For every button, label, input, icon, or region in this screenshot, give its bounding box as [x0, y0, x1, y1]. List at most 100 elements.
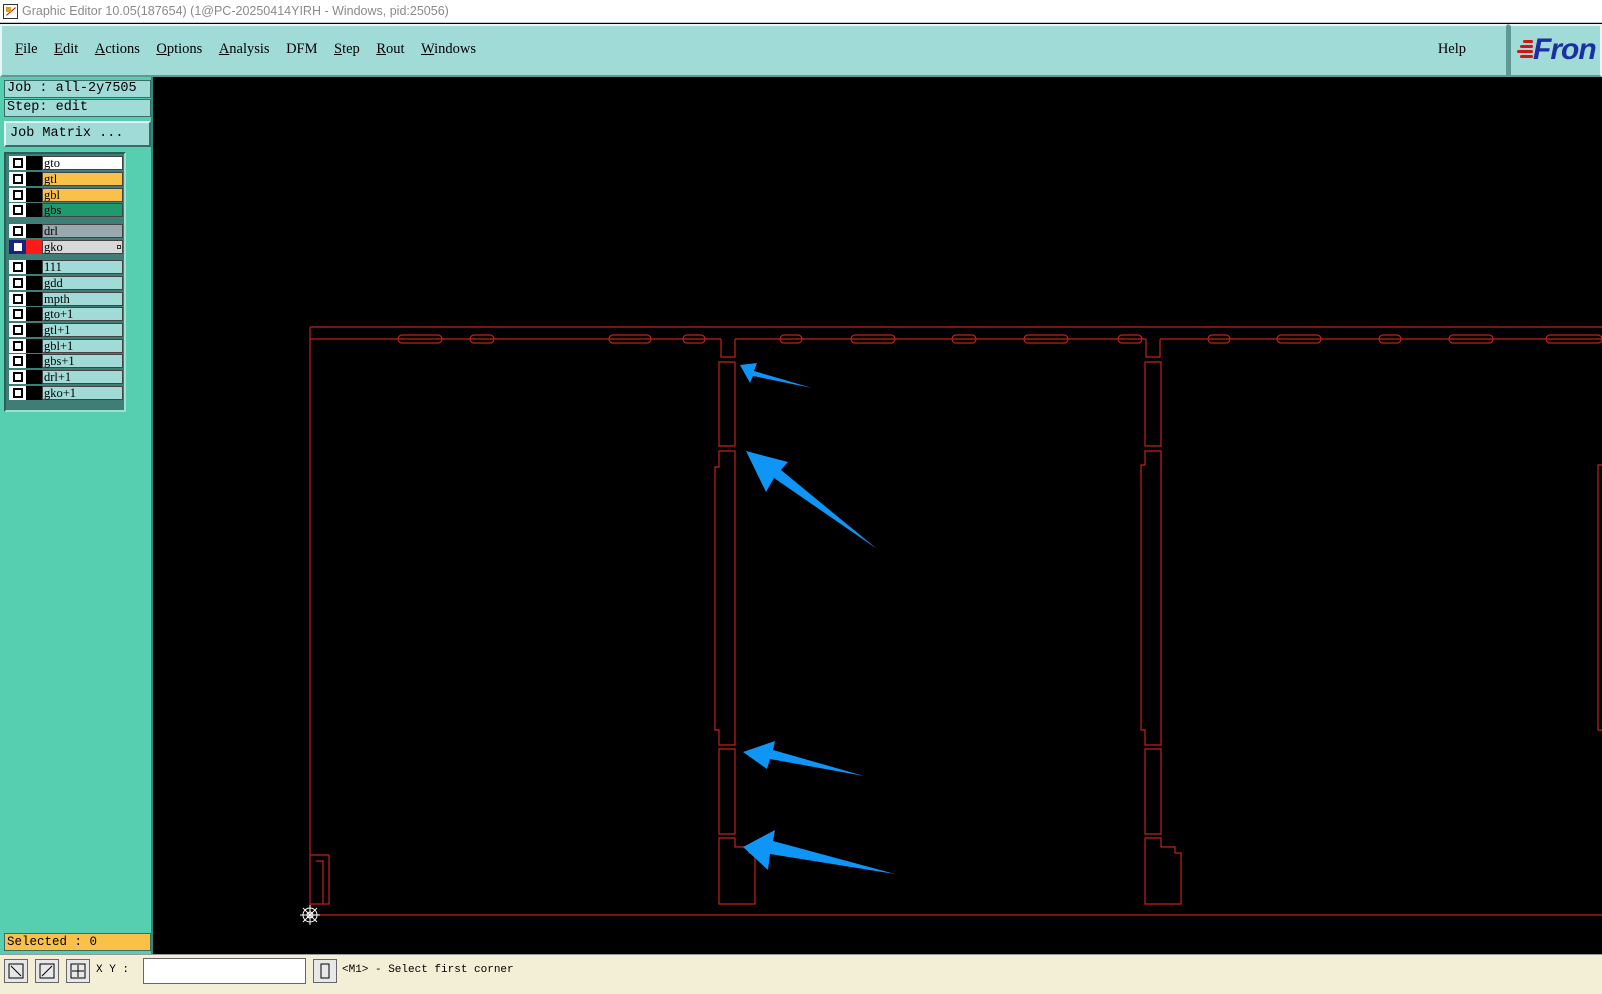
- snap-button[interactable]: [313, 959, 337, 983]
- layer-name[interactable]: drl: [42, 224, 123, 238]
- slot-column-right: [1140, 339, 1182, 905]
- layer-checkbox[interactable]: [13, 262, 23, 272]
- graphic-canvas[interactable]: [153, 77, 1602, 954]
- status-bar: X Y : <M1> - Select first corner: [0, 954, 1602, 994]
- layer-name[interactable]: gdd: [42, 276, 123, 290]
- layer-row-drl[interactable]: drl: [9, 224, 123, 238]
- layer-display-color[interactable]: [26, 240, 42, 254]
- menu-file[interactable]: File: [15, 41, 38, 58]
- status-message: <M1> - Select first corner: [342, 964, 514, 976]
- layer-row-gbs[interactable]: gbs: [9, 203, 123, 217]
- layer-row-gdd[interactable]: gdd: [9, 276, 123, 290]
- layer-checkbox[interactable]: [13, 294, 23, 304]
- layer-checkbox[interactable]: [13, 174, 23, 184]
- menu-label: dit: [62, 41, 79, 57]
- layer-row-gto[interactable]: gto: [9, 156, 123, 170]
- corner-notch: [310, 854, 330, 905]
- layer-checkbox[interactable]: [13, 158, 23, 168]
- layer-checkbox[interactable]: [13, 388, 23, 398]
- menu-mnemonic: A: [94, 41, 106, 57]
- layer-display-color[interactable]: [26, 307, 42, 321]
- datum-crosshair-icon: [300, 905, 320, 925]
- layer-display-color[interactable]: [26, 354, 42, 368]
- menu-options[interactable]: Options: [156, 41, 202, 58]
- menu-analysis[interactable]: Analysis: [219, 41, 270, 58]
- layer-display-color[interactable]: [26, 370, 42, 384]
- layer-row-gko[interactable]: gko: [9, 240, 123, 254]
- layer-row-mpth[interactable]: mpth: [9, 292, 123, 306]
- menu-label: tep: [342, 41, 360, 57]
- layer-display-color[interactable]: [26, 224, 42, 238]
- layer-name[interactable]: gbl: [42, 188, 123, 202]
- zoom-back-button[interactable]: [35, 959, 59, 983]
- menu-mnemonic: F: [15, 41, 24, 57]
- menu-items: File Edit Actions Options Analysis DFM Step Rou…: [15, 41, 493, 58]
- layer-row-gbl+1[interactable]: gbl+1: [9, 339, 123, 353]
- title-bar: Graphic Editor 10.05(187654) (1@PC-20250…: [0, 0, 1602, 23]
- xy-input[interactable]: [143, 958, 306, 984]
- menu-bar: File Edit Actions Options Analysis DFM Step Rou…: [0, 24, 1508, 77]
- pan-button[interactable]: [66, 959, 90, 983]
- menu-dfm[interactable]: DFM: [286, 41, 317, 58]
- layer-display-color[interactable]: [26, 339, 42, 353]
- window-title: Graphic Editor 10.05(187654) (1@PC-20250…: [22, 4, 449, 18]
- snap-icon: [320, 963, 330, 979]
- menu-label: nalysis: [229, 41, 270, 57]
- layer-name[interactable]: gto+1: [42, 307, 123, 321]
- vendor-logo: Fron: [1508, 24, 1602, 77]
- menu-label: ptions: [166, 41, 203, 57]
- layer-row-111[interactable]: 111: [9, 260, 123, 274]
- layer-name[interactable]: mpth: [42, 292, 123, 306]
- layer-display-color[interactable]: [26, 323, 42, 337]
- layer-checkbox[interactable]: [13, 325, 23, 335]
- zoom-fit-button[interactable]: [4, 959, 28, 983]
- layer-row-drl+1[interactable]: drl+1: [9, 370, 123, 384]
- menu-actions[interactable]: Actions: [95, 41, 140, 58]
- menu-help[interactable]: Help: [1438, 41, 1466, 58]
- layer-display-color[interactable]: [26, 292, 42, 306]
- layer-checkbox[interactable]: [13, 226, 23, 236]
- menu-rout[interactable]: Rout: [376, 41, 404, 58]
- slot-column-left: [714, 339, 756, 905]
- layer-name[interactable]: gto: [42, 156, 123, 170]
- layer-row-gbl[interactable]: gbl: [9, 188, 123, 202]
- layer-checkbox[interactable]: [13, 372, 23, 382]
- layer-checkbox[interactable]: [13, 190, 23, 200]
- menu-windows[interactable]: Windows: [421, 41, 476, 58]
- layer-display-color[interactable]: [26, 276, 42, 290]
- layer-display-color[interactable]: [26, 156, 42, 170]
- job-matrix-button[interactable]: Job Matrix ...: [4, 121, 151, 147]
- layer-checkbox[interactable]: [13, 341, 23, 351]
- layer-display-color[interactable]: [26, 203, 42, 217]
- layer-name[interactable]: gbs: [42, 203, 123, 217]
- menu-step[interactable]: Step: [334, 41, 360, 58]
- layer-name[interactable]: drl+1: [42, 370, 123, 384]
- arrow-2: [746, 451, 877, 549]
- layer-row-gto+1[interactable]: gto+1: [9, 307, 123, 321]
- pan-icon: [70, 963, 86, 979]
- layer-checkbox[interactable]: [13, 278, 23, 288]
- layer-name[interactable]: gbl+1: [42, 339, 123, 353]
- layer-name[interactable]: gko: [42, 240, 123, 254]
- layer-row-gko+1[interactable]: gko+1: [9, 386, 123, 400]
- layer-display-color[interactable]: [26, 172, 42, 186]
- layer-display-color[interactable]: [26, 386, 42, 400]
- layer-name[interactable]: 111: [42, 260, 123, 274]
- layer-list: gto gtl gbl gbs drl gko 111 gdd mpth gto+1 gtl+1 gb…: [4, 152, 126, 412]
- layer-checkbox[interactable]: [13, 309, 23, 319]
- layer-name[interactable]: gtl+1: [42, 323, 123, 337]
- layer-name[interactable]: gko+1: [42, 386, 123, 400]
- layer-row-gbs+1[interactable]: gbs+1: [9, 354, 123, 368]
- layer-row-gtl+1[interactable]: gtl+1: [9, 323, 123, 337]
- layer-display-color[interactable]: [26, 260, 42, 274]
- layer-checkbox[interactable]: [13, 356, 23, 366]
- outer-frame: [309, 326, 1602, 916]
- layer-name[interactable]: gtl: [42, 172, 123, 186]
- layer-row-gtl[interactable]: gtl: [9, 172, 123, 186]
- layer-checkbox[interactable]: [14, 243, 22, 251]
- layer-display-color[interactable]: [26, 188, 42, 202]
- menu-edit[interactable]: Edit: [54, 41, 78, 58]
- layer-checkbox[interactable]: [13, 205, 23, 215]
- zoom-back-icon: [39, 963, 55, 979]
- layer-name[interactable]: gbs+1: [42, 354, 123, 368]
